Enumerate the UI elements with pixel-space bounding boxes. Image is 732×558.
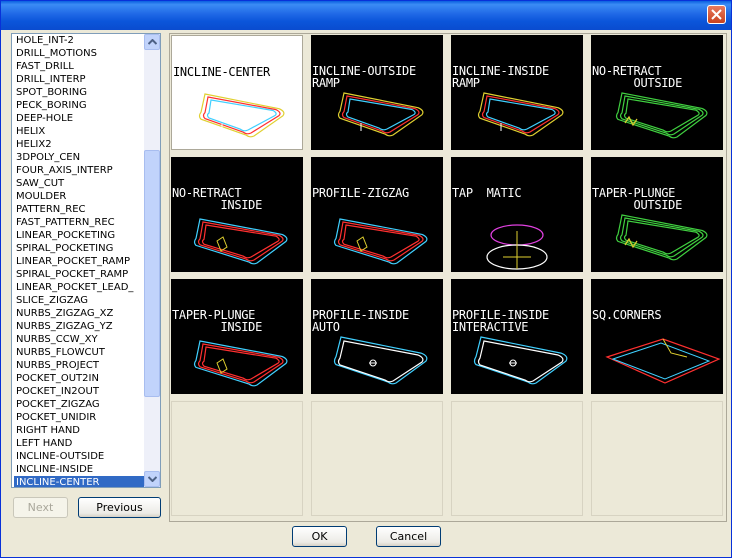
- thumbnail-label: PROFILE-ZIGZAG: [312, 186, 409, 200]
- close-button[interactable]: [707, 5, 726, 24]
- list-item[interactable]: POCKET_ZIGZAG: [14, 398, 146, 411]
- empty-thumbnail: [311, 401, 443, 516]
- pattern-thumbnail[interactable]: PROFILE-ZIGZAG: [311, 157, 443, 272]
- pattern-thumbnail[interactable]: TAP MATIC: [451, 157, 583, 272]
- chevron-down-icon: [148, 476, 157, 482]
- list-item[interactable]: DRILL_INTERP: [14, 73, 146, 86]
- list-item[interactable]: SPIRAL_POCKET_RAMP: [14, 268, 146, 281]
- cancel-button[interactable]: Cancel: [376, 526, 441, 547]
- list-item[interactable]: NURBS_PROJECT: [14, 359, 146, 372]
- thumbnail-label: TAPER-PLUNGE INSIDE: [172, 308, 263, 334]
- tap-circle-icon: [486, 224, 548, 270]
- profile-pocket-icon: [333, 336, 428, 385]
- incline-pocket-icon: [477, 92, 564, 137]
- list-item[interactable]: 3DPOLY_CEN: [14, 151, 146, 164]
- green-pocket-icon: [615, 214, 708, 261]
- list-item[interactable]: HELIX: [14, 125, 146, 138]
- list-item[interactable]: POCKET_IN2OUT: [14, 385, 146, 398]
- list-item[interactable]: LINEAR_POCKET_RAMP: [14, 255, 146, 268]
- title-bar[interactable]: [1, 1, 731, 30]
- previous-button[interactable]: Previous: [78, 497, 161, 518]
- scroll-up-button[interactable]: [144, 34, 160, 50]
- incline-pocket-icon: [337, 92, 424, 137]
- list-item[interactable]: HELIX2: [14, 138, 146, 151]
- green-pocket-icon: [615, 92, 708, 139]
- list-item[interactable]: SPIRAL_POCKETING: [14, 242, 146, 255]
- pattern-thumbnail[interactable]: SQ.CORNERS: [591, 279, 723, 394]
- list-item[interactable]: MOULDER: [14, 190, 146, 203]
- list-item[interactable]: NURBS_FLOWCUT: [14, 346, 146, 359]
- list-item[interactable]: LEFT HAND: [14, 437, 146, 450]
- thumbnail-label: NO-RETRACT INSIDE: [172, 186, 263, 212]
- scroll-down-button[interactable]: [144, 471, 160, 487]
- list-item[interactable]: SLICE_ZIGZAG: [14, 294, 146, 307]
- thumbnail-label: TAP MATIC: [452, 186, 522, 200]
- list-item[interactable]: FAST_DRILL: [14, 60, 146, 73]
- list-item[interactable]: LINEAR_POCKET_LEAD_: [14, 281, 146, 294]
- pattern-thumbnail[interactable]: INCLINE-OUTSIDE RAMP: [311, 35, 443, 150]
- pattern-thumbnail[interactable]: INCLINE-CENTER: [171, 35, 303, 150]
- thumbnail-label: INCLINE-INSIDE RAMP: [452, 64, 549, 90]
- pattern-thumbnail[interactable]: PROFILE-INSIDE AUTO: [311, 279, 443, 394]
- chevron-up-icon: [148, 39, 157, 45]
- list-item[interactable]: SPOT_BORING: [14, 86, 146, 99]
- list-item[interactable]: NURBS_ZIGZAG_YZ: [14, 320, 146, 333]
- empty-thumbnail: [171, 401, 303, 516]
- red-pocket-icon: [333, 218, 428, 265]
- list-item[interactable]: DRILL_MOTIONS: [14, 47, 146, 60]
- list-item[interactable]: POCKET_UNIDIR: [14, 411, 146, 424]
- pattern-list-items: HOLE_INT-2 DRILL_MOTIONS FAST_DRILL DRILL_I…: [14, 34, 146, 487]
- close-icon: [711, 9, 722, 20]
- thumbnail-label: PROFILE-INSIDE INTERACTIVE: [452, 308, 549, 334]
- list-item[interactable]: NURBS_ZIGZAG_XZ: [14, 307, 146, 320]
- list-item[interactable]: FAST_PATTERN_REC: [14, 216, 146, 229]
- pattern-thumbnail[interactable]: TAPER-PLUNGE OUTSIDE: [591, 157, 723, 272]
- pattern-thumbnail[interactable]: NO-RETRACT OUTSIDE: [591, 35, 723, 150]
- thumbnail-label: INCLINE-CENTER: [173, 65, 270, 79]
- empty-thumbnail: [451, 401, 583, 516]
- pattern-dialog: HOLE_INT-2 DRILL_MOTIONS FAST_DRILL DRILL_I…: [0, 0, 732, 558]
- list-item[interactable]: INCLINE-CENTER: [14, 476, 146, 487]
- thumbnail-label: NO-RETRACT OUTSIDE: [592, 64, 683, 90]
- thumbnail-label: SQ.CORNERS: [592, 308, 662, 322]
- profile-pocket-icon: [473, 336, 568, 385]
- pattern-thumbnail[interactable]: PROFILE-INSIDE INTERACTIVE: [451, 279, 583, 394]
- list-item[interactable]: NURBS_CCW_XY: [14, 333, 146, 346]
- list-item[interactable]: INCLINE-INSIDE: [14, 463, 146, 476]
- thumbnail-label: TAPER-PLUNGE OUTSIDE: [592, 186, 683, 212]
- list-item[interactable]: POCKET_OUT2IN: [14, 372, 146, 385]
- pattern-listbox[interactable]: HOLE_INT-2 DRILL_MOTIONS FAST_DRILL DRILL_I…: [11, 33, 161, 488]
- next-button[interactable]: Next: [13, 497, 68, 518]
- ok-button[interactable]: OK: [292, 526, 347, 547]
- list-item[interactable]: PATTERN_REC: [14, 203, 146, 216]
- list-item[interactable]: RIGHT HAND: [14, 424, 146, 437]
- list-item[interactable]: FOUR_AXIS_INTERP: [14, 164, 146, 177]
- vertical-scrollbar[interactable]: [144, 34, 160, 487]
- list-item[interactable]: PECK_BORING: [14, 99, 146, 112]
- incline-pocket-icon: [198, 93, 285, 138]
- pattern-thumbnail[interactable]: TAPER-PLUNGE INSIDE: [171, 279, 303, 394]
- list-item[interactable]: LINEAR_POCKETING: [14, 229, 146, 242]
- list-item[interactable]: INCLINE-OUTSIDE: [14, 450, 146, 463]
- pattern-thumbnail[interactable]: NO-RETRACT INSIDE: [171, 157, 303, 272]
- list-item[interactable]: SAW_CUT: [14, 177, 146, 190]
- list-item[interactable]: DEEP-HOLE: [14, 112, 146, 125]
- pattern-thumbnail[interactable]: INCLINE-INSIDE RAMP: [451, 35, 583, 150]
- red-pocket-icon: [193, 218, 288, 265]
- thumbnail-label: INCLINE-OUTSIDE RAMP: [312, 64, 416, 90]
- scroll-thumb[interactable]: [144, 150, 160, 397]
- sq-corners-icon: [605, 338, 721, 384]
- red-pocket-icon: [193, 340, 288, 387]
- list-item[interactable]: HOLE_INT-2: [14, 34, 146, 47]
- empty-thumbnail: [591, 401, 723, 516]
- thumbnail-label: PROFILE-INSIDE AUTO: [312, 308, 409, 334]
- thumbnail-grid: INCLINE-CENTER INCLINE-OUTSIDE RAMP INCLIN…: [169, 33, 727, 522]
